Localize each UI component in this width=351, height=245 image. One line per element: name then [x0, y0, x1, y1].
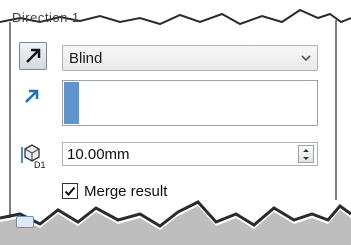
next-section-icon-fragment [16, 216, 34, 228]
direction-selection-box[interactable] [62, 80, 318, 126]
chevron-down-icon[interactable] [295, 46, 317, 70]
end-condition-dropdown[interactable]: Blind [62, 45, 318, 71]
svg-text:D1: D1 [34, 160, 46, 169]
merge-result-checkbox[interactable] [62, 183, 78, 199]
merge-result-option[interactable]: Merge result [62, 180, 167, 202]
depth-d1-icon: D1 [20, 143, 50, 169]
reverse-direction-icon [26, 48, 41, 63]
reverse-direction-button[interactable] [19, 42, 47, 70]
depth-input[interactable]: 10.00mm [62, 142, 318, 166]
spinner-icon[interactable] [298, 145, 314, 163]
extrude-direction-panel: Blind D1 10.00mm Merge result [0, 0, 351, 245]
merge-result-label: Merge result [84, 182, 168, 200]
depth-value: 10.00mm [67, 145, 130, 163]
direction-arrow-icon [20, 84, 44, 108]
end-condition-value: Blind [69, 49, 103, 67]
checkmark-icon [64, 186, 76, 196]
selection-highlight [64, 82, 79, 124]
